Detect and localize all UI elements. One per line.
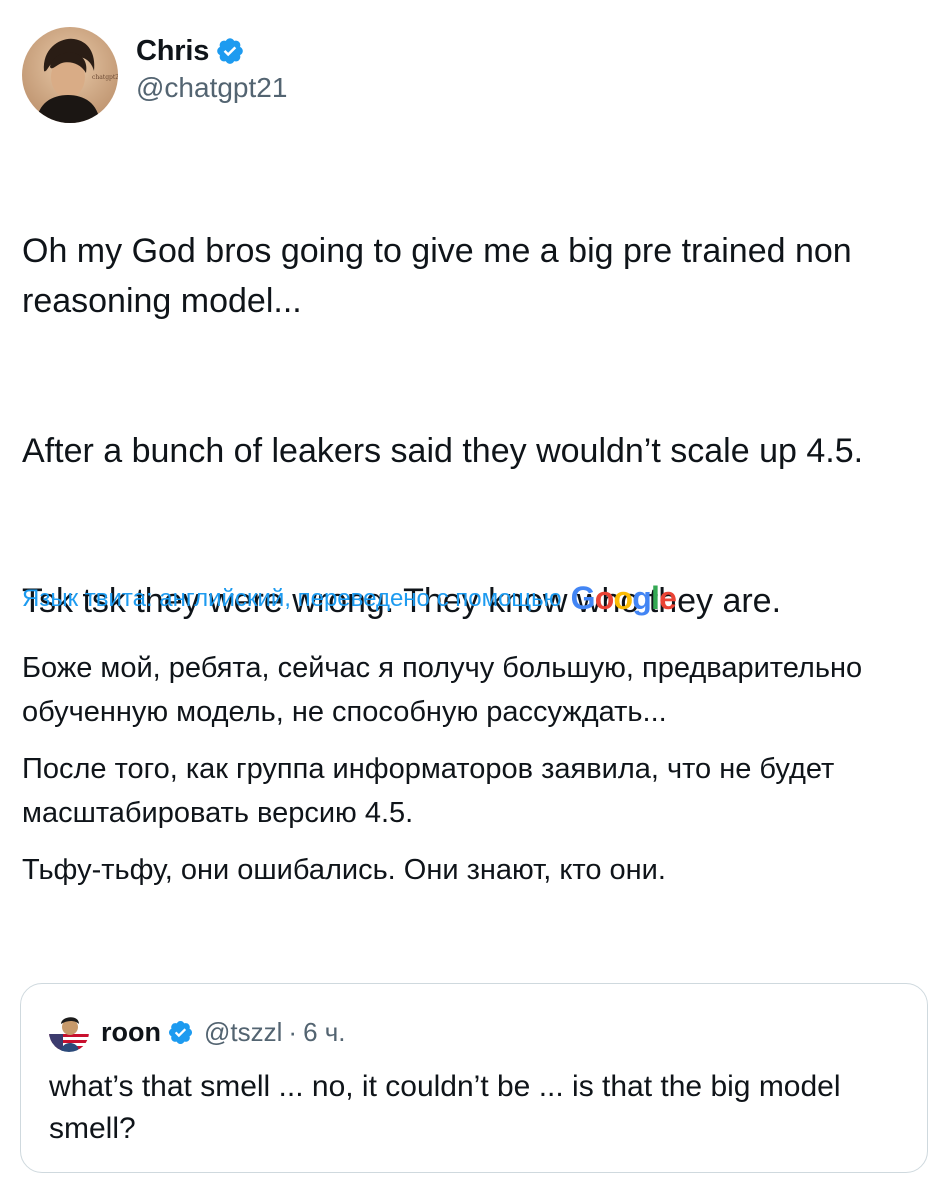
quoted-author-avatar[interactable] (49, 1012, 89, 1052)
tweet-paragraph: Oh my God bros going to give me a big pr… (22, 232, 852, 320)
author-avatar[interactable]: chatgpt21 (22, 27, 118, 123)
quoted-author-handle[interactable]: @tszzl (204, 1017, 282, 1048)
avatar-image: chatgpt21 (22, 27, 118, 123)
translated-paragraph: Тьфу-тьфу, они ошибались. Они знают, кто… (22, 854, 666, 886)
quoted-tweet-header: roon @tszzl · 6 ч. (49, 1012, 346, 1052)
quoted-avatar-image (49, 1012, 89, 1052)
verified-badge-icon (217, 38, 243, 64)
author-name-row: Chris (136, 34, 287, 68)
google-logo-icon: Google (570, 580, 677, 616)
translation-label[interactable]: Язык твита: английский, переведено с пом… (22, 585, 562, 613)
quoted-verified-badge-icon (168, 1020, 193, 1044)
quoted-separator: · (288, 1016, 298, 1047)
translated-paragraph: После того, как группа информаторов заяв… (22, 753, 835, 829)
translation-attribution[interactable]: Язык твита: английский, переведено с пом… (22, 580, 677, 617)
translated-text: Боже мой, ребята, сейчас я получу большу… (22, 646, 927, 905)
author-name[interactable]: Chris (136, 35, 209, 68)
svg-text:chatgpt21: chatgpt21 (92, 74, 118, 81)
tweet-header: chatgpt21 Chris @chatgpt21 (22, 26, 287, 124)
quoted-timestamp[interactable]: 6 ч. (303, 1017, 345, 1048)
quoted-author-name[interactable]: roon (101, 1017, 161, 1048)
quoted-tweet-text: what’s that smell ... no, it couldn’t be… (49, 1070, 841, 1145)
quoted-tweet[interactable]: roon @tszzl · 6 ч. what’s that smell ...… (20, 983, 928, 1173)
author-handle[interactable]: @chatgpt21 (136, 72, 287, 104)
tweet: chatgpt21 Chris @chatgpt21 Oh my God bro… (0, 0, 949, 1200)
author-info: Chris @chatgpt21 (136, 34, 287, 104)
tweet-paragraph: After a bunch of leakers said they would… (22, 432, 864, 470)
translated-paragraph: Боже мой, ребята, сейчас я получу большу… (22, 652, 863, 728)
